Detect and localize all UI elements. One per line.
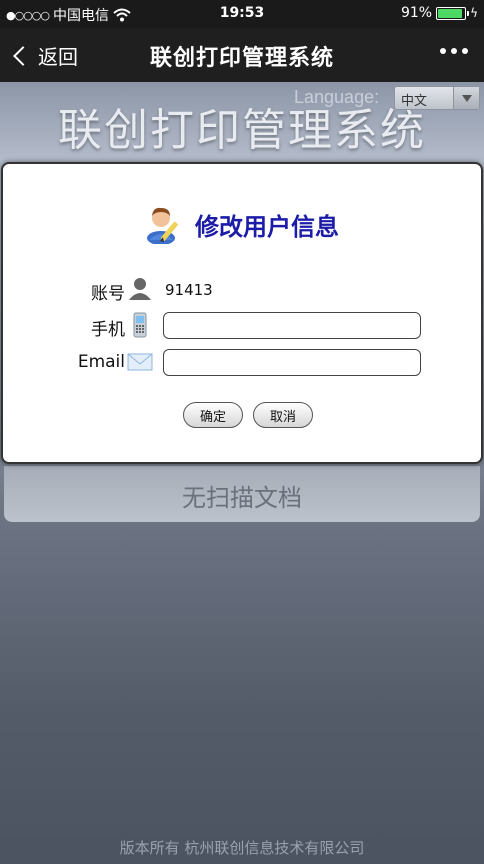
more-options-button[interactable] <box>440 48 468 54</box>
charging-bolt-icon: ϟ <box>470 6 478 20</box>
dialog-header: 修改用户信息 <box>3 204 481 248</box>
dot-icon <box>451 48 457 54</box>
edit-user-dialog: 修改用户信息 账号 91413 手机 Email 确定 取消 <box>1 162 483 464</box>
battery-percent: 91% <box>400 5 433 21</box>
status-bar: ●○○○○ 中国电信 19:53 91% ϟ <box>0 0 484 28</box>
email-row: Email <box>3 349 481 377</box>
envelope-icon <box>127 349 153 375</box>
dropdown-arrow-icon <box>453 87 479 109</box>
language-value: 中文 <box>401 94 428 109</box>
no-documents-message: 无扫描文档 <box>4 466 480 522</box>
back-label: 返回 <box>38 45 78 69</box>
account-value: 91413 <box>165 281 213 299</box>
cancel-button[interactable]: 取消 <box>253 402 313 428</box>
footer-copyright: 版本所有 杭州联创信息技术有限公司 <box>119 839 365 857</box>
language-label: Language: <box>294 87 380 107</box>
dot-icon <box>462 48 468 54</box>
person-icon <box>127 276 153 302</box>
mobile-phone-icon <box>127 312 153 338</box>
language-select[interactable]: 中文 <box>394 86 480 110</box>
email-input[interactable] <box>163 349 421 376</box>
user-edit-icon <box>145 204 183 245</box>
battery-level <box>438 8 462 18</box>
account-row: 账号 91413 <box>3 276 481 304</box>
back-button[interactable]: 返回 <box>10 41 78 70</box>
phone-row: 手机 <box>3 312 481 340</box>
dialog-title: 修改用户信息 <box>195 212 339 241</box>
nav-bar: 返回 联创打印管理系统 <box>0 28 484 82</box>
email-label: Email <box>77 352 125 372</box>
confirm-button[interactable]: 确定 <box>183 402 243 428</box>
account-label: 账号 <box>91 284 125 304</box>
dot-icon <box>440 48 446 54</box>
phone-input[interactable] <box>163 312 421 339</box>
phone-label: 手机 <box>91 320 125 340</box>
battery-icon <box>436 6 470 20</box>
chevron-left-icon <box>13 45 33 66</box>
